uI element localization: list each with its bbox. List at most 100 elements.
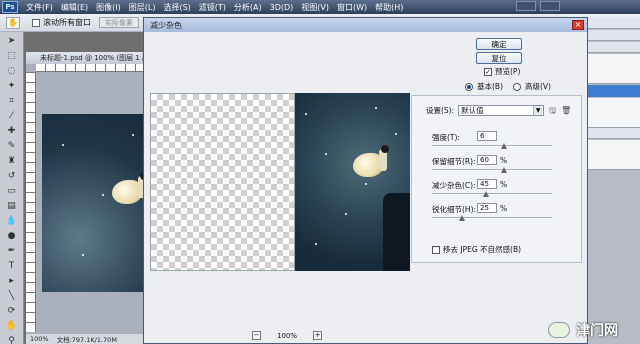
zoom-out-button[interactable]: − bbox=[252, 331, 261, 340]
remove-jpeg-artifact-checkbox[interactable] bbox=[432, 245, 440, 254]
gradient-tool-icon[interactable]: ▤ bbox=[4, 199, 20, 212]
scroll-all-windows-label: 滚动所有窗口 bbox=[43, 18, 91, 27]
sharpen-details-param: 锐化细节(H): 25 % bbox=[412, 203, 583, 226]
document-zoom[interactable]: 100% bbox=[30, 335, 49, 343]
menu-analysis[interactable]: 分析(A) bbox=[230, 2, 266, 13]
scroll-all-windows-checkbox[interactable] bbox=[32, 18, 40, 27]
move-tool-icon[interactable]: ➤ bbox=[4, 34, 20, 47]
eyedropper-icon[interactable]: ⁄ bbox=[4, 109, 20, 122]
settings-label: 设置(S): bbox=[426, 106, 455, 115]
panel-tab[interactable] bbox=[588, 30, 640, 41]
save-settings-icon[interactable]: 🖫 bbox=[548, 106, 557, 115]
history-brush-icon[interactable]: ↺ bbox=[4, 169, 20, 182]
rock-silhouette bbox=[383, 193, 410, 271]
close-icon[interactable]: × bbox=[572, 20, 584, 30]
watermark-text: 津门网 bbox=[576, 323, 618, 339]
dodge-tool-icon[interactable]: ● bbox=[4, 229, 20, 242]
advanced-mode-label: 高级(V) bbox=[525, 82, 551, 91]
hand-icon[interactable]: ✋ bbox=[4, 319, 20, 332]
advanced-mode-radio[interactable] bbox=[513, 82, 521, 91]
toolbox: ➤ ⬚ ◌ ✦ ⌗ ⁄ ✚ ✎ ♜ ↺ ▭ ▤ 💧 ● ✒ T ▸ ╲ ⟳ ✋ … bbox=[0, 32, 24, 344]
strength-param: 强度(T): 6 bbox=[412, 131, 583, 154]
arrange-icon[interactable] bbox=[540, 1, 560, 11]
strength-slider-thumb[interactable] bbox=[501, 143, 507, 149]
type-tool-icon[interactable]: T bbox=[4, 259, 20, 272]
preview-checkbox[interactable]: ✓ bbox=[484, 67, 492, 76]
dialog-title: 减少杂色 bbox=[144, 18, 587, 32]
menu-3d[interactable]: 3D(D) bbox=[266, 3, 298, 12]
screen-mode-icon[interactable] bbox=[516, 1, 536, 11]
menu-select[interactable]: 选择(S) bbox=[159, 2, 194, 13]
watermark: 津门网 bbox=[548, 320, 618, 340]
settings-select[interactable]: 默认值 ▼ bbox=[458, 105, 545, 116]
preview-checkbox-row[interactable]: ✓ 预览(P) bbox=[484, 66, 520, 77]
document-info: 文档:797.1K/1.70M bbox=[56, 336, 117, 344]
basic-mode-radio[interactable] bbox=[465, 82, 473, 91]
reduce-color-noise-param: 减少杂色(C): 45 % bbox=[412, 179, 583, 202]
zoom-tool-icon[interactable]: ⚲ bbox=[4, 334, 20, 344]
sharpen-details-slider-thumb[interactable] bbox=[459, 215, 465, 221]
magic-wand-icon[interactable]: ✦ bbox=[4, 79, 20, 92]
3d-rotate-icon[interactable]: ⟳ bbox=[4, 304, 20, 317]
strength-input[interactable]: 6 bbox=[477, 131, 497, 141]
menu-view[interactable]: 视图(V) bbox=[297, 2, 333, 13]
panel-body bbox=[588, 54, 640, 84]
preserve-details-slider[interactable] bbox=[432, 169, 552, 171]
healing-brush-icon[interactable]: ✚ bbox=[4, 124, 20, 137]
chevron-down-icon: ▼ bbox=[533, 106, 543, 115]
pen-tool-icon[interactable]: ✒ bbox=[4, 244, 20, 257]
path-select-icon[interactable]: ▸ bbox=[4, 274, 20, 287]
menu-layer[interactable]: 图层(L) bbox=[125, 2, 160, 13]
menu-image[interactable]: 图像(I) bbox=[92, 2, 125, 13]
preserve-details-param: 保留细节(R): 60 % bbox=[412, 155, 583, 178]
panel-tab[interactable] bbox=[588, 18, 640, 29]
menu-file[interactable]: 文件(F) bbox=[22, 2, 57, 13]
basic-mode-label: 基本(B) bbox=[477, 82, 503, 91]
stamp-tool-icon[interactable]: ♜ bbox=[4, 154, 20, 167]
actual-pixels-button[interactable]: 实际像素 bbox=[99, 17, 139, 28]
preserve-details-slider-thumb[interactable] bbox=[501, 167, 507, 173]
preview-label: 预览(P) bbox=[495, 67, 521, 76]
panel-body bbox=[588, 140, 640, 170]
lasso-tool-icon[interactable]: ◌ bbox=[4, 64, 20, 77]
shape-tool-icon[interactable]: ╲ bbox=[4, 289, 20, 302]
vertical-ruler bbox=[26, 72, 36, 332]
menu-bar: Ps 文件(F) 编辑(E) 图像(I) 图层(L) 选择(S) 滤镜(T) 分… bbox=[0, 0, 640, 14]
zoom-value: 100% bbox=[277, 331, 298, 340]
blur-tool-icon[interactable]: 💧 bbox=[4, 214, 20, 227]
panel-tab[interactable] bbox=[588, 42, 640, 53]
menu-filter[interactable]: 滤镜(T) bbox=[195, 2, 230, 13]
marquee-tool-icon[interactable]: ⬚ bbox=[4, 49, 20, 62]
crop-tool-icon[interactable]: ⌗ bbox=[4, 94, 20, 107]
reduce-color-noise-input[interactable]: 45 bbox=[477, 179, 497, 189]
hand-tool-icon[interactable]: ✋ bbox=[6, 16, 20, 29]
trash-icon[interactable]: 🗑 bbox=[561, 106, 571, 115]
preview-image[interactable] bbox=[295, 93, 410, 271]
reduce-color-noise-label: 减少杂色(C): bbox=[432, 181, 476, 190]
sharpen-details-input[interactable]: 25 bbox=[477, 203, 497, 213]
reduce-color-noise-slider-thumb[interactable] bbox=[483, 191, 489, 197]
wechat-logo-icon bbox=[548, 322, 570, 338]
menu-help[interactable]: 帮助(H) bbox=[371, 2, 407, 13]
zoom-in-button[interactable]: + bbox=[313, 331, 323, 340]
preserve-details-input[interactable]: 60 bbox=[477, 155, 497, 165]
filter-preview[interactable] bbox=[150, 93, 410, 271]
panel-tab[interactable] bbox=[588, 128, 640, 139]
strength-slider[interactable] bbox=[432, 145, 552, 147]
mode-radio-group: 基本(B) 高级(V) bbox=[465, 81, 551, 92]
reset-button[interactable]: 复位 bbox=[476, 52, 522, 64]
ok-button[interactable]: 确定 bbox=[476, 38, 522, 50]
sharpen-details-slider[interactable] bbox=[432, 217, 552, 219]
menu-edit[interactable]: 编辑(E) bbox=[57, 2, 92, 13]
remove-jpeg-artifact-row[interactable]: 移去 JPEG 不自然感(B) bbox=[432, 244, 521, 255]
settings-value: 默认值 bbox=[461, 106, 484, 115]
zoom-controls: − 100% + bbox=[252, 331, 323, 340]
panel-selected-row[interactable] bbox=[588, 85, 640, 97]
settings-group: 设置(S): 默认值 ▼ 🖫 🗑 强度(T): 6 保留细节(R): 60 % … bbox=[411, 95, 582, 263]
menu-window[interactable]: 窗口(W) bbox=[333, 2, 371, 13]
reduce-color-noise-slider[interactable] bbox=[432, 193, 552, 195]
sharpen-details-label: 锐化细节(H): bbox=[432, 205, 477, 214]
eraser-icon[interactable]: ▭ bbox=[4, 184, 20, 197]
strength-label: 强度(T): bbox=[432, 133, 460, 142]
brush-tool-icon[interactable]: ✎ bbox=[4, 139, 20, 152]
